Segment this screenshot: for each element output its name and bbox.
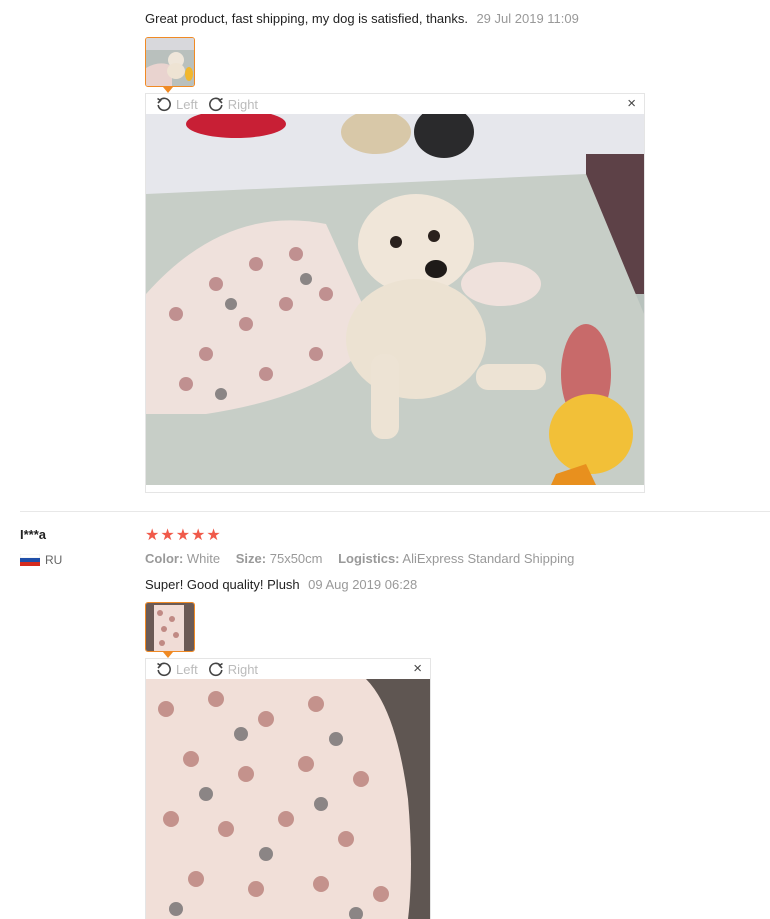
- russia-flag-icon: [20, 554, 40, 566]
- review-2-photo-thumbnail[interactable]: [145, 602, 195, 652]
- rotate-right-icon: [208, 662, 223, 677]
- image-viewer-toolbar: Left Right ×: [146, 659, 430, 679]
- color-value: White: [186, 551, 221, 566]
- review-1-date: 29 Jul 2019 11:09: [476, 11, 579, 26]
- review-divider: [20, 511, 770, 512]
- review-2-sku-info: Color: White Size: 75x50cm Logistics: Al…: [145, 551, 574, 566]
- rotate-right-icon: [208, 97, 223, 112]
- rotate-left-label: Left: [176, 661, 198, 677]
- review-1-full-photo: [146, 114, 644, 485]
- size-label: Size:: [235, 551, 267, 566]
- review-2-date: 09 Aug 2019 06:28: [308, 577, 418, 592]
- rotate-right-label: Right: [227, 96, 259, 112]
- rotate-left-icon: [157, 662, 171, 677]
- rating-stars: ★★★★★: [145, 527, 222, 544]
- review-1-text: Great product, fast shipping, my dog is …: [145, 11, 468, 26]
- review-1-image-viewer: Left Right ×: [145, 93, 645, 493]
- blanket-photo-thumb: [146, 603, 194, 651]
- rotate-right-button[interactable]: Right: [208, 96, 258, 112]
- review-1-photo-thumbnail[interactable]: [145, 37, 195, 87]
- rotate-left-button[interactable]: Left: [156, 96, 198, 112]
- logistics-value: AliExpress Standard Shipping: [402, 551, 575, 566]
- size-value: 75x50cm: [269, 551, 323, 566]
- reviewer-country: RU: [20, 553, 62, 567]
- color-label: Color:: [145, 551, 184, 566]
- reviewer-name: I***a: [20, 527, 47, 542]
- close-icon[interactable]: ×: [627, 96, 636, 112]
- country-code: RU: [45, 553, 63, 567]
- rotate-right-label: Right: [227, 661, 259, 677]
- image-viewer-toolbar: Left Right ×: [146, 94, 644, 114]
- dog-photo-thumb: [146, 38, 194, 86]
- rotate-left-label: Left: [176, 96, 198, 112]
- rotate-left-button[interactable]: Left: [156, 661, 198, 677]
- close-icon[interactable]: ×: [413, 661, 422, 677]
- logistics-label: Logistics:: [338, 551, 400, 566]
- review-2-text: Super! Good quality! Plush: [145, 577, 300, 592]
- review-2-full-photo: [146, 679, 430, 919]
- rotate-left-icon: [157, 97, 171, 112]
- review-2-content: Super! Good quality! Plush 09 Aug 2019 0…: [145, 576, 417, 594]
- review-1-content: Great product, fast shipping, my dog is …: [145, 10, 579, 28]
- review-2-image-viewer: Left Right ×: [145, 658, 431, 919]
- rotate-right-button[interactable]: Right: [208, 661, 258, 677]
